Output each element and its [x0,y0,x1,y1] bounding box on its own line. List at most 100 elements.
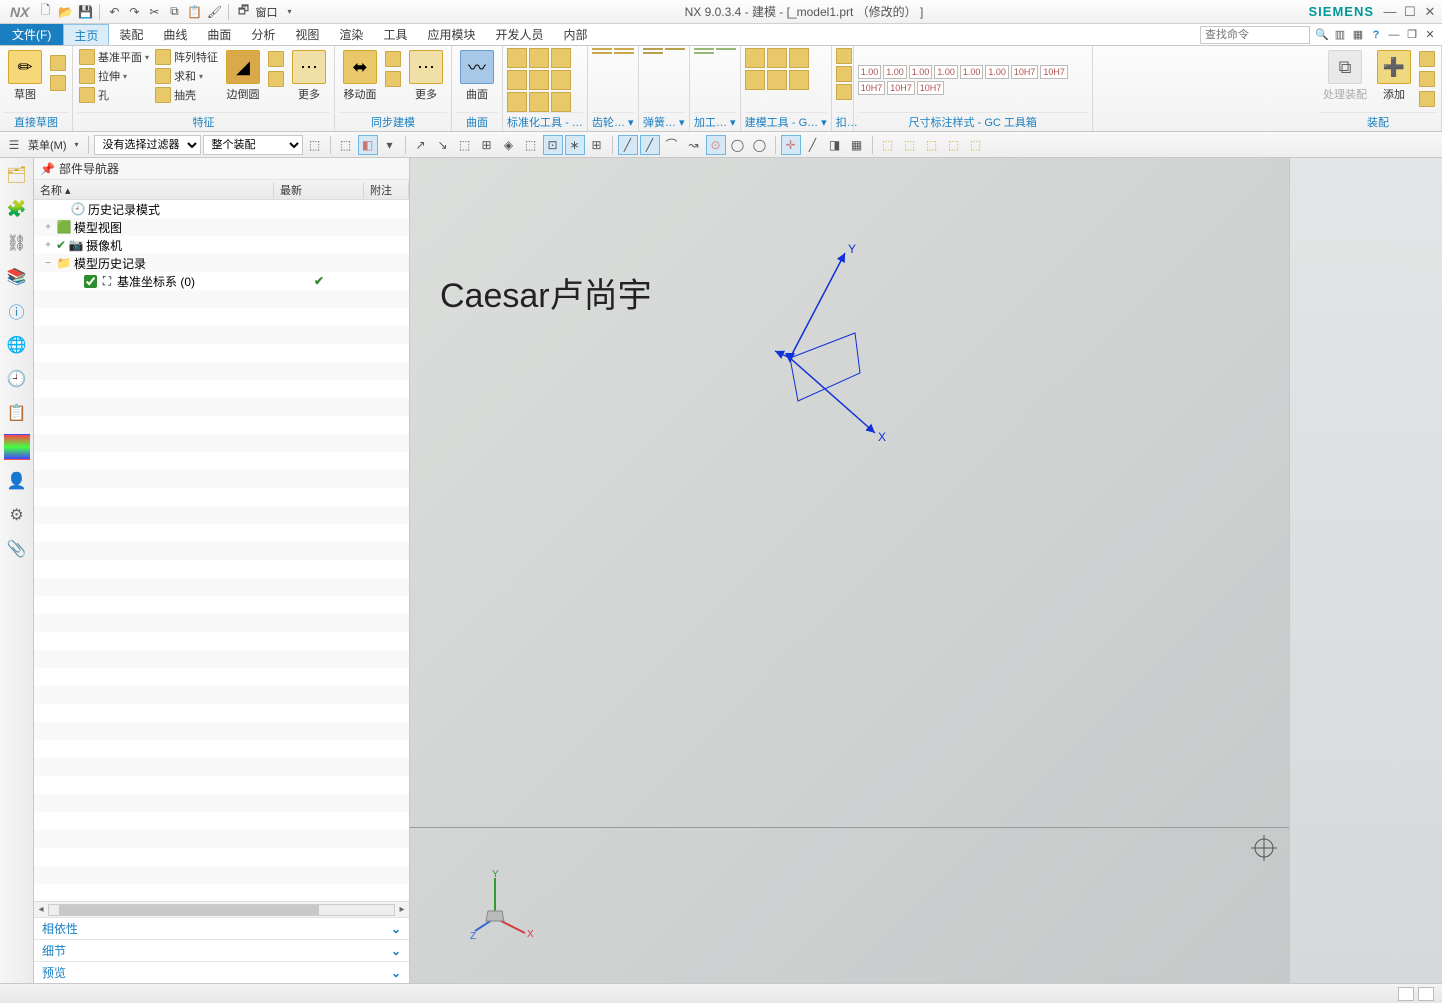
menu-button-label[interactable]: 菜单(M) [26,137,69,153]
sketch-opt1[interactable] [48,54,68,72]
expand-icon[interactable]: + [42,240,54,251]
tb2-arc[interactable]: ⌒ [662,135,682,155]
nav-tree[interactable]: 🕘历史记录模式+🟩模型视图+✔📷摄像机−📁模型历史记录⛶基准坐标系 (0)✔ [34,200,409,901]
help-icon[interactable]: ? [1368,27,1384,43]
tb2-asm4[interactable]: ⬚ [944,135,964,155]
add-asm-button[interactable]: ➕ 添加 [1373,48,1415,104]
sync-extra1[interactable] [383,50,403,68]
tab-render[interactable]: 渲染 [329,24,373,45]
scroll-thumb[interactable] [59,905,319,915]
tab-app[interactable]: 应用模块 [417,24,485,45]
tb2-body[interactable]: ▦ [847,135,867,155]
tb2-c8[interactable]: ∗ [565,135,585,155]
mt-1[interactable] [745,48,765,68]
tb2-c6[interactable]: ⬚ [521,135,541,155]
tb2-sel3[interactable]: ▾ [380,135,400,155]
dim-7[interactable]: 10H7 [1011,65,1039,79]
chamfer-button[interactable]: ◢ 边倒圆 [222,48,264,104]
copy-icon[interactable]: ⧉ [165,3,183,21]
rb-sys-icon[interactable]: ⚙ [4,502,30,528]
section-preview[interactable]: 预览⌄ [34,961,409,983]
spring-3[interactable] [643,52,663,54]
mt-4[interactable] [745,70,765,90]
scope-combo[interactable]: 整个装配 [203,135,303,155]
rb-clip-icon[interactable]: 📎 [4,536,30,562]
save-icon[interactable]: 💾 [76,3,94,21]
status-icon-1[interactable] [1398,987,1414,1001]
gear-1[interactable] [592,48,612,50]
brush-icon[interactable]: 🖌 [205,3,223,21]
tb2-sel1[interactable]: ⬚ [336,135,356,155]
std-tool-2[interactable] [529,48,549,68]
tab-tools[interactable]: 工具 [373,24,417,45]
minimize-button[interactable]: — [1382,4,1398,20]
spring-2[interactable] [665,48,685,50]
drop-2[interactable] [836,66,852,82]
tab-dev[interactable]: 开发人员 [485,24,553,45]
tree-row[interactable]: +✔📷摄像机 [34,236,409,254]
rb-constraint-icon[interactable]: ⛓ [4,230,30,256]
col-note[interactable]: 附注 [364,182,409,198]
sync-more-button[interactable]: ⋯ 更多 [405,48,447,104]
paste-icon[interactable]: 📋 [185,3,203,21]
moveface-button[interactable]: ⬌ 移动面 [339,48,381,104]
rb-history-icon[interactable]: 🕘 [4,366,30,392]
tb2-edge[interactable]: ╱ [803,135,823,155]
std-tool-5[interactable] [529,70,549,90]
cut-icon[interactable]: ✂ [145,3,163,21]
dim-11[interactable]: 10H7 [917,81,945,95]
tab-curve[interactable]: 曲线 [153,24,197,45]
child-close-button[interactable]: ✕ [1422,27,1438,43]
tb2-c4[interactable]: ⊞ [477,135,497,155]
rb-reuse-icon[interactable]: 📚 [4,264,30,290]
tb2-sel2[interactable]: ◧ [358,135,378,155]
surface-button[interactable]: 〰 曲面 [456,48,498,104]
shell-button[interactable]: 抽壳 [153,86,220,104]
child-restore-button[interactable]: ❐ [1404,27,1420,43]
file-menu[interactable]: 文件(F) [0,24,63,45]
rb-web-icon[interactable]: 🌐 [4,332,30,358]
dim-9[interactable]: 10H7 [858,81,886,95]
drop-1[interactable] [836,48,852,64]
asm-extra1[interactable] [1417,50,1437,68]
std-tool-4[interactable] [507,70,527,90]
unite-button[interactable]: 求和▾ [153,67,220,85]
gear-3[interactable] [592,52,612,54]
tb2-c5[interactable]: ◈ [499,135,519,155]
section-detail[interactable]: 细节⌄ [34,939,409,961]
tree-row[interactable]: 🕘历史记录模式 [34,200,409,218]
tb2-spline[interactable]: ↝ [684,135,704,155]
layout2-icon[interactable]: ▦ [1350,27,1366,43]
graphics-viewport[interactable]: Caesar卢尚宇 Y X Y X Z [410,158,1290,983]
tb2-plus[interactable]: ✛ [781,135,801,155]
spring-1[interactable] [643,48,663,50]
col-latest[interactable]: 最新 [274,182,364,198]
mt-5[interactable] [767,70,787,90]
std-tool-8[interactable] [529,92,549,112]
mt-2[interactable] [767,48,787,68]
mach-3[interactable] [694,52,714,54]
tb2-line1[interactable]: ╱ [618,135,638,155]
rb-hd3d-icon[interactable]: ⓘ [4,298,30,324]
tb2-c9[interactable]: ⊞ [587,135,607,155]
mach-2[interactable] [716,48,736,50]
tb2-opt1[interactable]: ⬚ [305,135,325,155]
scroll-right-icon[interactable]: ▸ [395,904,409,915]
std-tool-6[interactable] [551,70,571,90]
dim-1[interactable]: 1.00 [858,65,882,79]
search-icon[interactable]: 🔍 [1314,27,1330,43]
dim-3[interactable]: 1.00 [909,65,933,79]
pin-icon[interactable]: 📌 [40,162,55,176]
sketch-opt2[interactable] [48,74,68,92]
mach-1[interactable] [694,48,714,50]
search-command-input[interactable] [1200,26,1310,44]
expand-icon[interactable]: + [42,222,54,233]
tb2-line2[interactable]: ╱ [640,135,660,155]
datum-plane-button[interactable]: 基准平面▾ [77,48,151,66]
dim-6[interactable]: 1.00 [985,65,1009,79]
hole-button[interactable]: 孔 [77,86,151,104]
gear-2[interactable] [614,48,634,50]
pattern-button[interactable]: 阵列特征 [153,48,220,66]
rb-asm-nav-icon[interactable]: 🧩 [4,196,30,222]
tb2-face[interactable]: ◨ [825,135,845,155]
